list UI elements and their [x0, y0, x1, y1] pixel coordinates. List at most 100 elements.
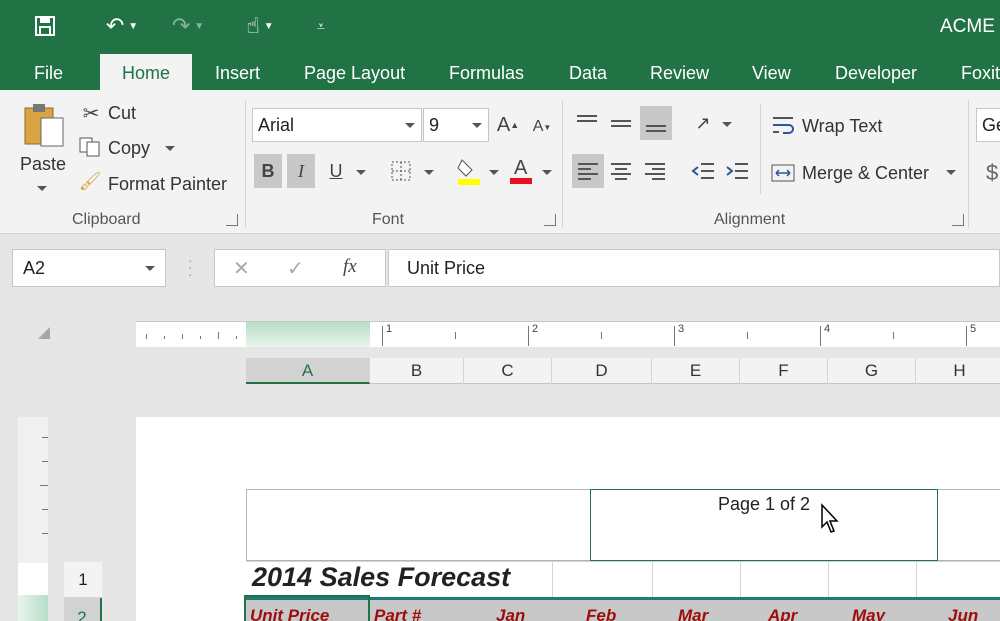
row-header-2[interactable]: 2: [64, 598, 102, 621]
column-header-b[interactable]: B: [370, 358, 464, 384]
font-size-dropdown-icon[interactable]: [472, 123, 482, 128]
wrap-text-button[interactable]: Wrap Text: [802, 116, 882, 137]
cell-apr[interactable]: Apr: [768, 606, 797, 621]
italic-button[interactable]: I: [287, 154, 315, 188]
column-header-e[interactable]: E: [652, 358, 740, 384]
enter-icon[interactable]: ✓: [287, 256, 304, 281]
redo-button[interactable]: ↷ ▼: [162, 8, 214, 44]
ruler-tick: [42, 509, 48, 510]
paste-dropdown-icon[interactable]: [37, 186, 47, 191]
cell-jun[interactable]: Jun: [948, 606, 978, 621]
ruler-tick: [601, 332, 602, 339]
tab-insert[interactable]: Insert: [215, 54, 260, 90]
row-header-1[interactable]: 1: [64, 562, 102, 598]
ruler-tick: [42, 533, 48, 534]
cut-button[interactable]: Cut: [108, 103, 136, 124]
font-size-combo[interactable]: 9: [423, 108, 489, 142]
horizontal-ruler: 1 2 3 4 5: [136, 321, 1000, 347]
name-box[interactable]: A2: [12, 249, 166, 287]
cell-mar[interactable]: Mar: [678, 606, 708, 621]
undo-dropdown-icon[interactable]: ▼: [128, 21, 138, 32]
cell-feb[interactable]: Feb: [586, 606, 616, 621]
font-launcher-icon[interactable]: [544, 214, 556, 226]
column-header-d[interactable]: D: [552, 358, 652, 384]
tab-home[interactable]: Home: [100, 54, 192, 90]
middle-align-icon[interactable]: [606, 108, 636, 138]
column-header-g[interactable]: G: [828, 358, 916, 384]
save-icon[interactable]: [28, 8, 62, 44]
paste-icon[interactable]: [20, 100, 66, 150]
gridline: [652, 561, 653, 597]
decrease-indent-icon[interactable]: [688, 158, 718, 184]
copy-icon: [78, 136, 102, 158]
borders-icon[interactable]: [390, 160, 412, 182]
tab-foxit[interactable]: Foxit: [961, 54, 1000, 90]
gridline: [552, 561, 553, 597]
orientation-icon[interactable]: ↗: [690, 110, 716, 136]
number-format-combo[interactable]: Ge: [976, 108, 1000, 142]
sheet-title-cell[interactable]: 2014 Sales Forecast: [252, 562, 510, 593]
copy-dropdown-icon[interactable]: [165, 146, 175, 151]
cell-may[interactable]: May: [852, 606, 885, 621]
align-center-icon[interactable]: [606, 154, 636, 188]
font-color-icon[interactable]: A: [508, 154, 534, 186]
font-color-dropdown-icon[interactable]: [542, 170, 552, 175]
touch-mode-button[interactable]: ☝ ▼: [236, 8, 284, 44]
touch-mode-dropdown-icon[interactable]: ▼: [264, 21, 274, 32]
formula-input[interactable]: Unit Price: [388, 249, 1000, 287]
increase-indent-icon[interactable]: [722, 158, 752, 184]
align-left-icon[interactable]: [572, 154, 604, 188]
font-name-combo[interactable]: Arial: [252, 108, 422, 142]
tab-page-layout[interactable]: Page Layout: [304, 54, 405, 90]
bold-button[interactable]: B: [254, 154, 282, 188]
orientation-dropdown-icon[interactable]: [722, 122, 732, 127]
borders-dropdown-icon[interactable]: [424, 170, 434, 175]
column-header-c[interactable]: C: [464, 358, 552, 384]
tab-view[interactable]: View: [752, 54, 791, 90]
merge-center-button[interactable]: Merge & Center: [802, 163, 929, 184]
align-right-icon[interactable]: [640, 154, 670, 188]
window-title: ACME S: [940, 16, 1000, 37]
redo-dropdown-icon[interactable]: ▼: [194, 21, 204, 32]
increase-font-size-icon[interactable]: A ▲: [496, 112, 520, 138]
drag-handle-icon[interactable]: · · ·: [188, 253, 193, 281]
tab-developer[interactable]: Developer: [835, 54, 917, 90]
center-header-section[interactable]: Page 1 of 2: [590, 489, 938, 561]
column-header-a[interactable]: A: [246, 358, 370, 384]
fill-color-icon[interactable]: [456, 156, 482, 186]
cell-jan[interactable]: Jan: [496, 606, 525, 621]
tab-review[interactable]: Review: [650, 54, 709, 90]
tab-formulas[interactable]: Formulas: [449, 54, 524, 90]
copy-button[interactable]: Copy: [108, 138, 150, 159]
bottom-align-icon[interactable]: [640, 106, 672, 140]
tab-file[interactable]: File: [34, 54, 63, 90]
cell-part-number[interactable]: Part #: [374, 606, 421, 621]
ruler-number: 5: [970, 323, 977, 335]
select-all-icon[interactable]: [38, 327, 50, 339]
paste-button[interactable]: Paste: [20, 154, 66, 175]
name-box-dropdown-icon[interactable]: [145, 266, 155, 271]
column-header-h[interactable]: H: [916, 358, 1000, 384]
alignment-launcher-icon[interactable]: [952, 214, 964, 226]
undo-button[interactable]: ↶ ▼: [96, 8, 148, 44]
column-header-f[interactable]: F: [740, 358, 828, 384]
fill-color-dropdown-icon[interactable]: [489, 170, 499, 175]
customize-qat-icon[interactable]: ⩡: [310, 8, 332, 44]
underline-dropdown-icon[interactable]: [356, 170, 366, 175]
underline-button[interactable]: U: [324, 154, 348, 188]
font-name-dropdown-icon[interactable]: [405, 123, 415, 128]
currency-icon[interactable]: $: [986, 160, 998, 186]
clipboard-launcher-icon[interactable]: [226, 214, 238, 226]
ruler-tick: [382, 326, 383, 346]
insert-function-icon[interactable]: fx: [343, 256, 357, 278]
format-painter-button[interactable]: Format Painter: [108, 174, 227, 195]
top-align-icon[interactable]: [572, 108, 602, 138]
gridline: [916, 561, 917, 597]
alignment-group-label: Alignment: [714, 211, 786, 228]
tab-data[interactable]: Data: [569, 54, 607, 90]
wrap-text-icon: [770, 112, 796, 138]
cancel-icon[interactable]: ✕: [233, 256, 250, 281]
decrease-font-size-icon[interactable]: A ▼: [530, 114, 554, 140]
merge-center-dropdown-icon[interactable]: [946, 170, 956, 175]
selected-cell-outline: [244, 595, 370, 621]
